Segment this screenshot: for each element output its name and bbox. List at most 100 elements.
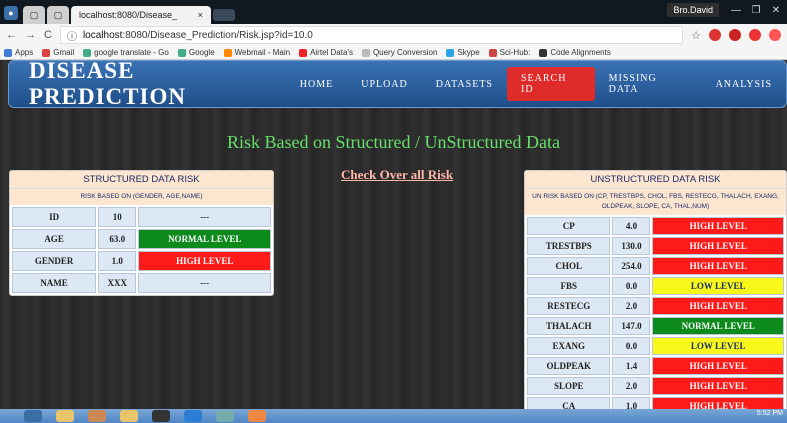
- row-value: XXX: [98, 273, 137, 293]
- table-row: CHOL 254.0 HIGH LEVEL: [527, 257, 784, 275]
- bookmark-apps[interactable]: Apps: [4, 48, 33, 57]
- app-icon[interactable]: [88, 410, 106, 422]
- table-row: ID 10 ---: [12, 207, 271, 227]
- start-icon[interactable]: [24, 410, 42, 422]
- row-value: 130.0: [612, 237, 651, 255]
- reload-icon[interactable]: C: [44, 29, 52, 41]
- page-body: DISEASE PREDICTION HOME UPLOAD DATASETS …: [0, 60, 787, 409]
- code-icon: [539, 48, 548, 57]
- row-label: OLDPEAK: [527, 357, 611, 375]
- webmail-icon: [223, 48, 232, 57]
- clock: 5:52 PM: [756, 410, 783, 417]
- risk-level-badge: HIGH LEVEL: [652, 297, 784, 315]
- folder-icon[interactable]: [56, 410, 74, 422]
- tab-blank-1[interactable]: ▢: [23, 6, 45, 24]
- bookmark-google[interactable]: Google: [177, 48, 215, 57]
- bookmark-scihub[interactable]: Sci-Hub:: [488, 48, 530, 57]
- row-label: AGE: [12, 229, 97, 249]
- bookmark-star-icon[interactable]: ☆: [691, 29, 701, 42]
- nav-analysis[interactable]: ANALYSIS: [702, 79, 786, 90]
- row-label: EXANG: [527, 337, 611, 355]
- bookmark-translate[interactable]: google translate - Go: [83, 48, 169, 57]
- nav-upload[interactable]: UPLOAD: [347, 79, 422, 90]
- bookmark-gmail[interactable]: Gmail: [42, 48, 74, 57]
- row-value: 10: [98, 207, 137, 227]
- structured-panel-title: STRUCTURED DATA RISK: [10, 171, 273, 189]
- risk-level-badge: HIGH LEVEL: [652, 357, 784, 375]
- bookmark-webmail[interactable]: Webmail - Main: [223, 48, 290, 57]
- info-icon: ⓘ: [66, 31, 77, 43]
- row-label: TRESTBPS: [527, 237, 611, 255]
- extension-icon[interactable]: [729, 29, 741, 41]
- scihub-icon: [488, 48, 497, 57]
- tab-blank-2[interactable]: ▢: [47, 6, 69, 24]
- row-value: 1.0: [98, 251, 137, 271]
- page-icon: [361, 48, 370, 57]
- row-label: ID: [12, 207, 97, 227]
- row-value: 147.0: [612, 317, 651, 335]
- minimize-icon[interactable]: —: [727, 2, 745, 18]
- chrome-icon[interactable]: [248, 410, 266, 422]
- row-label: FBS: [527, 277, 611, 295]
- site-navbar: DISEASE PREDICTION HOME UPLOAD DATASETS …: [8, 60, 787, 109]
- row-value: 2.0: [612, 377, 651, 395]
- media-icon[interactable]: [152, 410, 170, 422]
- tab-active[interactable]: localhost:8080/Disease_ ×: [71, 6, 211, 24]
- unstructured-table: CP 4.0 HIGH LEVEL TRESTBPS 130.0 HIGH LEVEL CH…: [525, 215, 786, 409]
- bookmark-skype[interactable]: Skype: [446, 48, 480, 57]
- row-label: CHOL: [527, 257, 611, 275]
- row-value: 0.0: [612, 337, 651, 355]
- profile-name[interactable]: Bro.David: [667, 3, 719, 17]
- risk-level-badge: HIGH LEVEL: [652, 377, 784, 395]
- app-icon[interactable]: [184, 410, 202, 422]
- close-window-icon[interactable]: ✕: [767, 2, 785, 18]
- maximize-icon[interactable]: ❐: [747, 2, 765, 18]
- row-value: 4.0: [612, 217, 651, 235]
- extension-icon[interactable]: [709, 29, 721, 41]
- table-row: THALACH 147.0 NORMAL LEVEL: [527, 317, 784, 335]
- address-bar: ← → C ⓘ localhost:8080/Disease_Predictio…: [0, 24, 787, 46]
- bookmark-airtel[interactable]: Airtel Data's: [299, 48, 353, 57]
- nav-missing-data[interactable]: MISSING DATA: [595, 73, 702, 95]
- apps-icon: [4, 48, 12, 57]
- row-label: RESTECG: [527, 297, 611, 315]
- row-value: 2.0: [612, 297, 651, 315]
- risk-level-badge: HIGH LEVEL: [652, 217, 784, 235]
- extension-icon[interactable]: [749, 29, 761, 41]
- nav-home[interactable]: HOME: [286, 79, 347, 90]
- unstructured-risk-panel: UNSTRUCTURED DATA RISK UN RISK BASED ON …: [524, 170, 787, 409]
- new-tab-button[interactable]: [213, 9, 235, 21]
- url-path: :8080/Disease_Prediction/Risk.jsp?id=10.…: [122, 29, 313, 41]
- table-row: CA 1.0 HIGH LEVEL: [527, 397, 784, 409]
- airtel-icon: [299, 48, 308, 57]
- row-label: CA: [527, 397, 611, 409]
- row-value: 63.0: [98, 229, 137, 249]
- close-icon[interactable]: ×: [198, 10, 203, 20]
- row-value: 1.4: [612, 357, 651, 375]
- risk-level-badge: ---: [138, 273, 271, 293]
- bookmark-code[interactable]: Code Alignments: [539, 48, 611, 57]
- table-row: RESTECG 2.0 HIGH LEVEL: [527, 297, 784, 315]
- nav-search-id[interactable]: SEARCH ID: [507, 67, 595, 101]
- extension-icon[interactable]: [769, 29, 781, 41]
- risk-level-badge: ---: [138, 207, 271, 227]
- chrome-menu-icon[interactable]: ●: [4, 6, 18, 20]
- table-row: CP 4.0 HIGH LEVEL: [527, 217, 784, 235]
- structured-risk-panel: STRUCTURED DATA RISK RISK BASED ON (GEND…: [9, 170, 274, 296]
- risk-level-badge: NORMAL LEVEL: [652, 317, 784, 335]
- nav-datasets[interactable]: DATASETS: [422, 79, 507, 90]
- table-row: AGE 63.0 NORMAL LEVEL: [12, 229, 271, 249]
- structured-panel-subtitle: RISK BASED ON (GENDER, AGE,NAME): [10, 189, 273, 205]
- bookmark-query[interactable]: Query Conversion: [361, 48, 437, 57]
- check-overall-risk-link[interactable]: Check Over all Risk: [341, 167, 453, 183]
- back-icon[interactable]: ←: [6, 29, 17, 41]
- risk-level-badge: LOW LEVEL: [652, 337, 784, 355]
- explorer-icon[interactable]: [120, 410, 138, 422]
- risk-level-badge: HIGH LEVEL: [652, 237, 784, 255]
- table-row: NAME XXX ---: [12, 273, 271, 293]
- structured-table: ID 10 --- AGE 63.0 NORMAL LEVEL GENDER 1.0 HIGH …: [10, 205, 273, 295]
- forward-icon[interactable]: →: [25, 29, 36, 41]
- url-field[interactable]: ⓘ localhost:8080/Disease_Prediction/Risk…: [59, 26, 684, 44]
- app-icon[interactable]: [216, 410, 234, 422]
- google-icon: [83, 48, 92, 57]
